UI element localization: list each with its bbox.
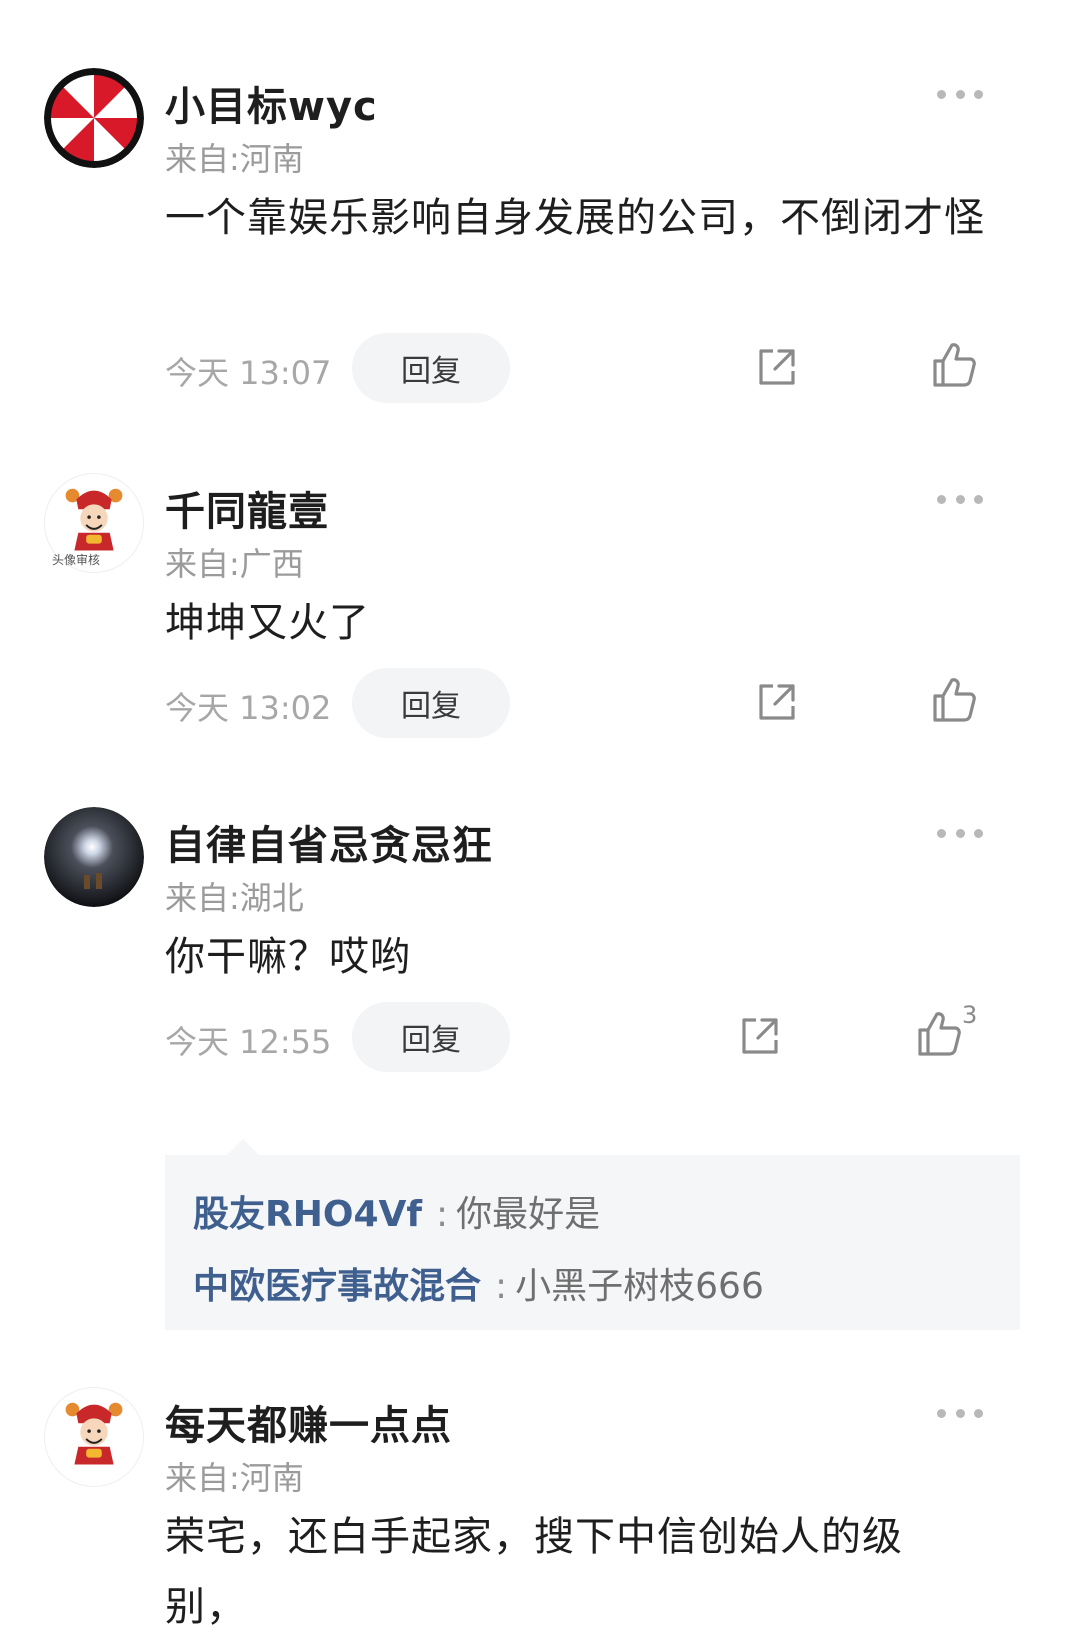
timestamp: 今天 13:07: [165, 354, 332, 392]
username[interactable]: 自律自省忌贪忌狂: [165, 813, 493, 871]
more-dots-icon[interactable]: [937, 1407, 983, 1419]
like-count: 3: [962, 1001, 978, 1029]
comment-text: 一个靠娱乐影响自身发展的公司，不倒闭才怪: [165, 195, 985, 241]
username[interactable]: 小目标wyc: [165, 74, 378, 132]
night-light-avatar-icon: [44, 807, 144, 907]
avatar-review-badge: 头像审核: [52, 553, 101, 567]
share-icon[interactable]: [755, 345, 799, 389]
avatar[interactable]: [44, 1387, 144, 1487]
share-icon[interactable]: [755, 680, 799, 724]
share-icon[interactable]: [738, 1014, 782, 1058]
comment-text: 荣宅，还白手起家，搜下中信创始人的级别，: [165, 1514, 903, 1630]
reply-button[interactable]: 回复: [352, 333, 510, 403]
more-dots-icon[interactable]: [937, 88, 983, 100]
sub-reply[interactable]: 中欧医疗事故混合: 小黑子树枝666: [193, 1257, 764, 1309]
thumbs-up-icon[interactable]: [930, 676, 978, 724]
more-dots-icon[interactable]: [937, 493, 983, 505]
sub-reply-separator: :: [436, 1194, 449, 1235]
sub-replies-panel[interactable]: 股友RHO4Vf: 你最好是 中欧医疗事故混合: 小黑子树枝666: [165, 1139, 1020, 1330]
fortune-god-avatar-icon: [45, 1388, 143, 1486]
username[interactable]: 千同龍壹: [165, 479, 329, 537]
sub-reply-separator: :: [495, 1266, 508, 1307]
avatar[interactable]: [44, 807, 144, 907]
sub-reply-username[interactable]: 中欧医疗事故混合: [193, 1266, 481, 1307]
umbrella-logo-icon: [44, 68, 144, 168]
location-label: 来自:湖北: [165, 879, 304, 917]
timestamp: 今天 13:02: [165, 689, 332, 727]
location-label: 来自:河南: [165, 140, 304, 178]
comment-text: 坤坤又火了: [165, 600, 370, 646]
timestamp: 今天 12:55: [165, 1023, 332, 1061]
thumbs-up-icon[interactable]: [915, 1010, 963, 1058]
more-dots-icon[interactable]: [937, 827, 983, 839]
comment-text: 你干嘛？哎哟: [165, 934, 411, 980]
sub-reply-text: 你最好是: [456, 1194, 601, 1235]
sub-reply-text: 小黑子树枝666: [515, 1266, 764, 1307]
reply-button[interactable]: 回复: [352, 668, 510, 738]
thumbs-up-icon[interactable]: [930, 341, 978, 389]
reply-button[interactable]: 回复: [352, 1002, 510, 1072]
avatar[interactable]: [44, 68, 144, 168]
location-label: 来自:广西: [165, 545, 304, 583]
sub-reply-username[interactable]: 股友RHO4Vf: [193, 1194, 422, 1235]
sub-reply[interactable]: 股友RHO4Vf: 你最好是: [193, 1185, 600, 1237]
location-label: 来自:河南: [165, 1459, 304, 1497]
username[interactable]: 每天都赚一点点: [165, 1393, 452, 1451]
